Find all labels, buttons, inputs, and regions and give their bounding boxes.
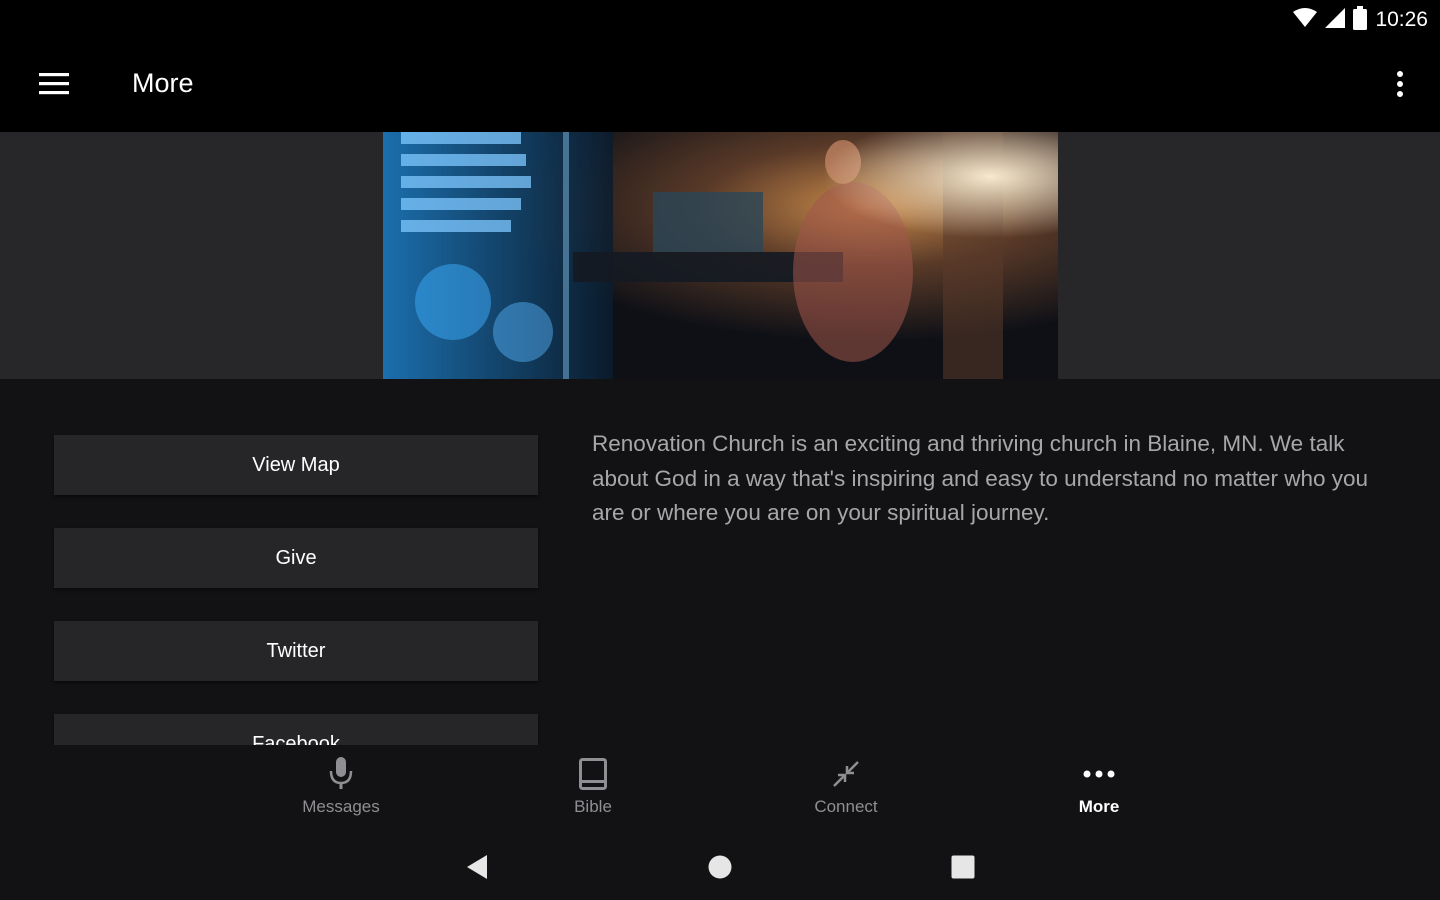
home-button[interactable] [695,849,745,889]
twitter-button[interactable]: Twitter [54,621,538,681]
wifi-icon [1293,7,1318,33]
content-area: View Map Give Twitter Facebook Renovatio… [0,379,1440,745]
give-button[interactable]: Give [54,528,538,588]
nav-label-messages: Messages [302,797,380,816]
more-horiz-icon [1083,755,1115,793]
hero-band [0,132,1440,379]
connect-arrows-icon [832,755,860,793]
microphone-icon [328,755,354,793]
nav-connect[interactable]: Connect [766,755,926,825]
nav-label-bible: Bible [574,797,612,816]
hamburger-menu-icon [39,72,69,100]
menu-button[interactable] [26,60,82,112]
home-icon [708,855,732,884]
overflow-menu-button[interactable] [1380,60,1420,112]
app-bar: More [0,40,1440,132]
view-map-button[interactable]: View Map [54,435,538,495]
nav-bible[interactable]: Bible [513,755,673,825]
bottom-navigation: Messages Bible Connect More [0,745,1440,835]
facebook-button[interactable]: Facebook [54,714,538,745]
status-bar: 10:26 [0,0,1440,40]
cell-signal-icon [1325,7,1346,33]
more-vert-icon [1396,70,1404,103]
nav-label-more: More [1078,797,1120,816]
hero-image [383,132,1058,379]
back-icon [465,854,489,885]
back-button[interactable] [452,849,502,889]
battery-icon [1353,5,1368,35]
status-icons: 10:26 [1293,0,1428,40]
recents-icon [951,855,975,884]
nav-messages[interactable]: Messages [261,755,421,825]
nav-label-connect: Connect [814,797,878,816]
book-icon [579,755,607,793]
page-title: More [132,68,194,98]
church-description: Renovation Church is an exciting and thr… [592,431,1369,525]
recents-button[interactable] [938,849,988,889]
status-time: 10:26 [1375,8,1428,31]
nav-more[interactable]: More [1019,755,1179,825]
system-navigation-bar [0,835,1440,900]
